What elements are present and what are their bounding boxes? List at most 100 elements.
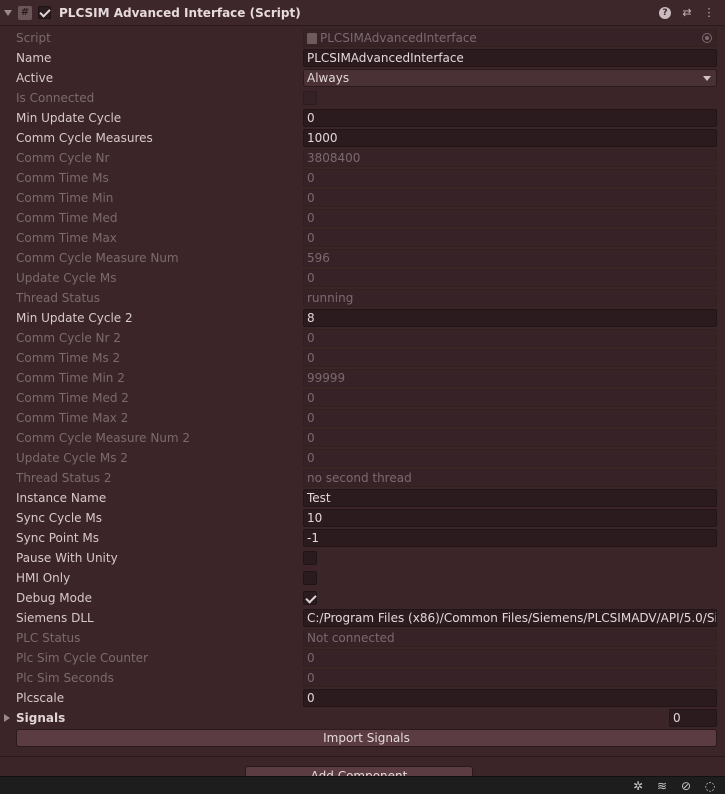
- property-label: Comm Time Med 2: [16, 391, 129, 405]
- comm-time-ms-field: 0: [303, 169, 717, 187]
- debug-mode-checkbox[interactable]: [303, 591, 317, 605]
- component-enabled-checkbox[interactable]: [38, 6, 51, 19]
- signals-label: Signals: [16, 711, 66, 725]
- light-icon[interactable]: ◌: [703, 779, 717, 793]
- property-row-comm-cycle-measures: Comm Cycle Measures 1000: [0, 128, 725, 148]
- property-label: Script: [16, 31, 51, 45]
- property-label: Comm Time Ms: [16, 171, 109, 185]
- plcscale-field[interactable]: 0: [303, 689, 717, 707]
- property-row-min-update-cycle: Min Update Cycle 0: [0, 108, 725, 128]
- min-update-cycle-field[interactable]: 0: [303, 109, 717, 127]
- property-row-hmi-only: HMI Only: [0, 568, 725, 588]
- siemens-dll-field[interactable]: C:/Program Files (x86)/Common Files/Siem…: [303, 609, 717, 627]
- name-field[interactable]: PLCSIMAdvancedInterface: [303, 49, 717, 67]
- status-bar: ✲ ≋ ⊘ ◌: [0, 776, 725, 794]
- comm-cycle-measure-num-field: 596: [303, 249, 717, 267]
- property-label: Comm Time Ms 2: [16, 351, 121, 365]
- dropdown-value: Always: [307, 71, 350, 85]
- property-row-comm-cycle-measure-num-2: Comm Cycle Measure Num 2 0: [0, 428, 725, 448]
- property-label: Name: [16, 51, 52, 65]
- comm-time-min-2-field: 99999: [303, 369, 717, 387]
- property-label: Comm Time Min: [16, 191, 114, 205]
- property-label: HMI Only: [16, 571, 71, 585]
- property-label: Min Update Cycle 2: [16, 311, 133, 325]
- property-label: Is Connected: [16, 91, 95, 105]
- comm-time-ms-2-field: 0: [303, 349, 717, 367]
- property-label: Comm Cycle Nr 2: [16, 331, 121, 345]
- property-label: Update Cycle Ms: [16, 271, 117, 285]
- property-label: Comm Cycle Measure Num: [16, 251, 179, 265]
- comm-time-med-field: 0: [303, 209, 717, 227]
- import-signals-button[interactable]: Import Signals: [16, 729, 717, 747]
- property-row-comm-time-max: Comm Time Max 0: [0, 228, 725, 248]
- hmi-only-checkbox[interactable]: [303, 571, 317, 585]
- active-dropdown[interactable]: Always: [303, 69, 717, 87]
- property-label: Siemens DLL: [16, 611, 94, 625]
- signals-foldout[interactable]: Signals 0: [0, 708, 725, 728]
- property-label: Comm Time Med: [16, 211, 118, 225]
- menu-icon[interactable]: ⋮: [703, 6, 715, 19]
- property-label: Active: [16, 71, 54, 85]
- property-row-thread-status-2: Thread Status 2 no second thread: [0, 468, 725, 488]
- property-label: Plcscale: [16, 691, 65, 705]
- property-row-comm-cycle-measure-num: Comm Cycle Measure Num 596: [0, 248, 725, 268]
- property-label: Instance Name: [16, 491, 107, 505]
- property-label: Comm Time Max: [16, 231, 117, 245]
- property-label: Sync Cycle Ms: [16, 511, 102, 525]
- foldout-arrow-icon[interactable]: [4, 714, 10, 722]
- property-label: Plc Sim Cycle Counter: [16, 651, 148, 665]
- property-row-pause-with-unity: Pause With Unity: [0, 548, 725, 568]
- property-label: Comm Time Min 2: [16, 371, 125, 385]
- property-row-siemens-dll: Siemens DLL C:/Program Files (x86)/Common…: [0, 608, 725, 628]
- pause-with-unity-checkbox[interactable]: [303, 551, 317, 565]
- signals-count-field[interactable]: 0: [669, 709, 717, 727]
- property-row-min-update-cycle-2: Min Update Cycle 2 8: [0, 308, 725, 328]
- property-label: Pause With Unity: [16, 551, 118, 565]
- bug-icon[interactable]: ✲: [631, 779, 645, 793]
- help-icon[interactable]: ?: [659, 6, 671, 19]
- property-label: Comm Cycle Nr: [16, 151, 110, 165]
- object-picker-icon[interactable]: [702, 33, 712, 43]
- property-row-comm-cycle-nr-2: Comm Cycle Nr 2 0: [0, 328, 725, 348]
- preset-icon[interactable]: ⇄: [681, 6, 693, 19]
- property-row-thread-status: Thread Status running: [0, 288, 725, 308]
- min-update-cycle-2-field[interactable]: 8: [303, 309, 717, 327]
- comm-cycle-measures-field[interactable]: 1000: [303, 129, 717, 147]
- foldout-arrow-icon[interactable]: [4, 9, 12, 16]
- property-label: Min Update Cycle: [16, 111, 122, 125]
- property-row-plcscale: Plcscale 0: [0, 688, 725, 708]
- cache-icon[interactable]: ≋: [655, 779, 669, 793]
- sync-point-ms-field[interactable]: -1: [303, 529, 717, 547]
- comm-cycle-measure-num-2-field: 0: [303, 429, 717, 447]
- property-label: PLC Status: [16, 631, 81, 645]
- network-icon[interactable]: ⊘: [679, 779, 693, 793]
- property-label: Thread Status: [16, 291, 101, 305]
- is-connected-checkbox: [303, 91, 317, 105]
- comm-time-max-2-field: 0: [303, 409, 717, 427]
- property-row-comm-cycle-nr: Comm Cycle Nr 3808400: [0, 148, 725, 168]
- property-row-comm-time-max-2: Comm Time Max 2 0: [0, 408, 725, 428]
- property-row-plc-sim-seconds: Plc Sim Seconds 0: [0, 668, 725, 688]
- property-row-debug-mode: Debug Mode: [0, 588, 725, 608]
- component-header[interactable]: # PLCSIM Advanced Interface (Script) ? ⇄…: [0, 0, 725, 26]
- comm-time-max-field: 0: [303, 229, 717, 247]
- property-row-sync-cycle-ms: Sync Cycle Ms 10: [0, 508, 725, 528]
- property-row-script: Script PLCSIMAdvancedInterface: [0, 28, 725, 48]
- property-label: Sync Point Ms: [16, 531, 99, 545]
- property-label: Comm Time Max 2: [16, 411, 129, 425]
- property-row-comm-time-ms-2: Comm Time Ms 2 0: [0, 348, 725, 368]
- property-row-comm-time-ms: Comm Time Ms 0: [0, 168, 725, 188]
- comm-time-med-2-field: 0: [303, 389, 717, 407]
- sync-cycle-ms-field[interactable]: 10: [303, 509, 717, 527]
- instance-name-field[interactable]: Test: [303, 489, 717, 507]
- update-cycle-ms-2-field: 0: [303, 449, 717, 467]
- plc-sim-seconds-field: 0: [303, 669, 717, 687]
- plc-status-field: Not connected: [303, 629, 717, 647]
- property-label: Thread Status 2: [16, 471, 112, 485]
- script-file-icon: [307, 32, 317, 44]
- script-icon: #: [18, 5, 32, 20]
- thread-status-field: running: [303, 289, 717, 307]
- property-row-instance-name: Instance Name Test: [0, 488, 725, 508]
- property-row-name: Name PLCSIMAdvancedInterface: [0, 48, 725, 68]
- property-row-is-connected: Is Connected: [0, 88, 725, 108]
